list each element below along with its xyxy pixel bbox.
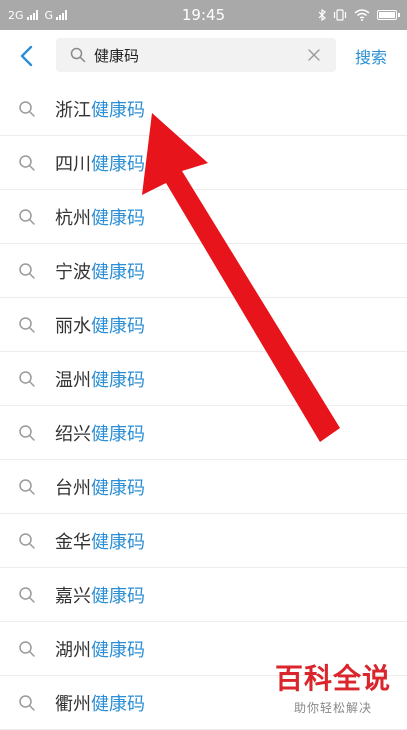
status-time: 19:45 [181,6,226,24]
suggestion-label: 四川健康码 [55,153,145,175]
suggestion-label: 湖州健康码 [55,639,145,661]
search-icon [19,263,35,279]
search-header: 搜索 [0,30,407,82]
suggestion-item[interactable]: 绍兴健康码 [0,406,407,460]
suggestion-label: 丽水健康码 [55,315,145,337]
suggestion-label: 宁波健康码 [55,261,145,283]
search-box[interactable] [56,38,336,72]
signal-icon [56,10,68,20]
search-icon [19,371,35,387]
network-label-g: G [44,8,54,22]
search-icon [19,155,35,171]
wifi-icon [354,9,370,21]
suggestion-list: 浙江健康码 四川健康码 杭州健康码 宁波健康码 丽水健康码 温州健康码 绍兴健康… [0,82,407,730]
suggestion-label: 杭州健康码 [55,207,145,229]
suggestion-label: 温州健康码 [55,369,145,391]
watermark: 百科全说 助你轻松解决 [275,657,391,716]
search-icon [19,317,35,333]
clear-icon[interactable] [306,47,322,63]
watermark-subtitle: 助你轻松解决 [293,701,372,715]
suggestion-item[interactable]: 丽水健康码 [0,298,407,352]
bluetooth-icon [318,9,326,21]
back-arrow-icon[interactable] [16,42,38,70]
suggestion-label: 台州健康码 [55,477,145,499]
suggestion-item[interactable]: 台州健康码 [0,460,407,514]
suggestion-label: 嘉兴健康码 [55,585,145,607]
status-icons [318,9,400,21]
suggestion-label: 浙江健康码 [55,99,145,121]
search-button[interactable]: 搜索 [355,44,387,68]
battery-icon [377,10,400,20]
suggestion-item[interactable]: 浙江健康码 [0,82,407,136]
search-icon [70,47,86,63]
suggestion-item[interactable]: 杭州健康码 [0,190,407,244]
suggestion-label: 金华健康码 [55,531,145,553]
status-bar: 2G G 19:45 [0,0,407,30]
watermark-title: 百科全说 [274,662,391,695]
suggestion-item[interactable]: 宁波健康码 [0,244,407,298]
search-icon [19,479,35,495]
search-input[interactable] [94,46,284,64]
signal-icon [26,10,38,20]
search-icon [19,641,35,657]
search-icon [19,101,35,117]
search-icon [19,425,35,441]
suggestion-item[interactable]: 四川健康码 [0,136,407,190]
suggestion-item[interactable]: 嘉兴健康码 [0,568,407,622]
suggestion-item[interactable]: 温州健康码 [0,352,407,406]
search-icon [19,533,35,549]
suggestion-label: 绍兴健康码 [55,423,145,445]
suggestion-item[interactable]: 金华健康码 [0,514,407,568]
search-icon [19,209,35,225]
vibrate-icon [333,9,347,21]
search-icon [19,587,35,603]
suggestion-label: 衢州健康码 [55,693,145,715]
network-label-2g: 2G [8,8,24,22]
network-indicators: 2G G [8,9,71,22]
search-icon [19,695,35,711]
